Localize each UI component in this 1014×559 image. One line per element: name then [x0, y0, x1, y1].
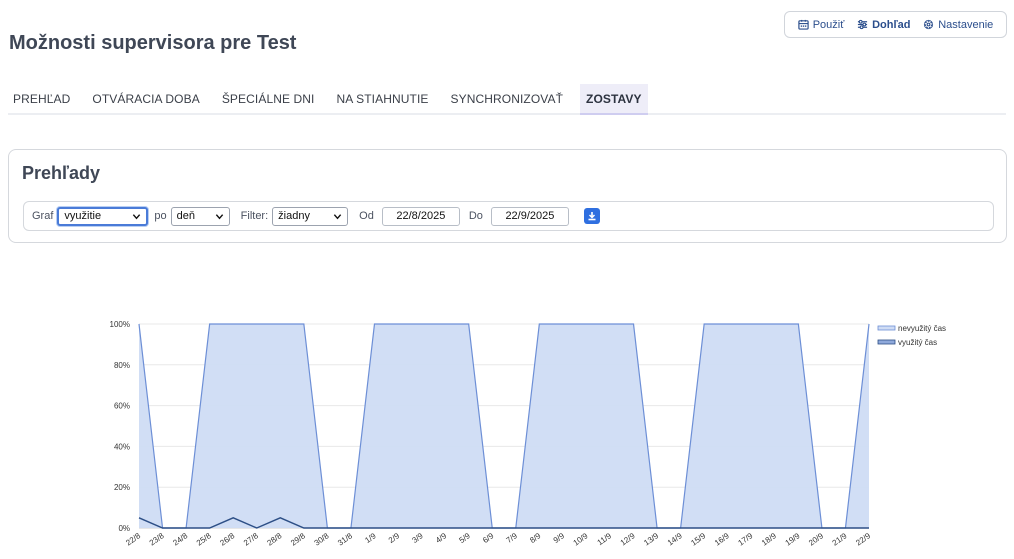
x-tick-label: 4/9: [434, 531, 449, 545]
tab-opening-hours[interactable]: OTVÁRACIA DOBA: [81, 84, 210, 113]
x-tick-label: 1/9: [363, 531, 378, 545]
from-label: Od: [359, 210, 374, 222]
legend-swatch-unused: [877, 325, 896, 331]
x-tick-label: 22/8: [124, 531, 142, 548]
graph-type-select[interactable]: využitie: [57, 206, 149, 226]
supervise-label: Dohľad: [872, 18, 911, 31]
x-tick-label: 28/8: [266, 531, 284, 548]
x-tick-label: 26/8: [218, 531, 236, 548]
tab-synchronize[interactable]: SYNCHRONIZOVAŤ: [439, 84, 574, 113]
to-date-value: 22/9/2025: [505, 210, 555, 222]
legend-label: využitý čas: [898, 338, 937, 347]
x-tick-label: 8/9: [528, 531, 543, 545]
po-label: po: [154, 210, 167, 222]
to-label: Do: [468, 210, 483, 222]
download-icon: [588, 212, 596, 221]
x-tick-label: 21/9: [831, 531, 849, 548]
x-tick-label: 25/8: [195, 531, 213, 548]
tab-bar: PREHĽAD OTVÁRACIA DOBA ŠPECIÁLNE DNI NA …: [8, 84, 1006, 115]
tab-overview[interactable]: PREHĽAD: [8, 84, 81, 113]
x-tick-label: 27/8: [242, 531, 260, 548]
x-tick-label: 16/9: [713, 531, 731, 548]
settings-button[interactable]: Nastavenie: [923, 19, 993, 31]
x-tick-label: 12/9: [619, 531, 637, 548]
legend-label: nevyužitý čas: [898, 324, 946, 333]
x-tick-label: 14/9: [666, 531, 684, 548]
x-tick-label: 18/9: [760, 531, 778, 548]
sliders-icon: [857, 19, 868, 30]
unused-line: [138, 323, 870, 529]
x-tick-label: 23/8: [148, 531, 166, 548]
download-button[interactable]: [583, 208, 600, 224]
x-tick-label: 15/9: [689, 531, 707, 548]
x-tick-label: 13/9: [642, 531, 660, 548]
tab-reports[interactable]: ZOSTAVY: [580, 84, 648, 115]
x-tick-label: 29/8: [289, 531, 307, 548]
tab-special-days[interactable]: ŠPECIÁLNE DNI: [211, 84, 326, 113]
x-tick-label: 7/9: [505, 531, 520, 545]
period-select[interactable]: deň: [170, 206, 230, 226]
period-value: deň: [176, 210, 196, 222]
top-actions: Použiť Dohľad Nastavenie: [784, 11, 1007, 38]
y-tick-label: 0%: [118, 524, 130, 533]
y-tick-label: 40%: [114, 442, 130, 451]
to-date-input[interactable]: 22/9/2025: [490, 206, 569, 226]
panel-title: Prehľady: [22, 163, 100, 183]
graf-label: Graf: [32, 210, 54, 222]
settings-label: Nastavenie: [938, 18, 994, 31]
y-tick-label: 60%: [114, 402, 130, 411]
x-tick-label: 2/9: [387, 531, 402, 545]
x-tick-label: 5/9: [458, 531, 473, 545]
chevron-down-icon: [333, 213, 342, 219]
x-tick-label: 20/9: [807, 531, 825, 548]
x-tick-label: 24/8: [171, 531, 189, 548]
used-line: [138, 517, 869, 529]
legend-swatch-used: [877, 339, 896, 345]
supervise-button[interactable]: Dohľad: [857, 18, 911, 31]
tab-downloads[interactable]: NA STIAHNUTIE: [326, 84, 440, 113]
from-date-value: 22/8/2025: [396, 210, 446, 222]
chevron-down-icon: [133, 213, 141, 219]
x-tick-label: 17/9: [736, 531, 754, 548]
y-tick-label: 80%: [114, 361, 130, 370]
filter-label: Filter:: [240, 210, 269, 222]
x-tick-label: 10/9: [572, 531, 590, 548]
filter-value: žiadny: [278, 210, 310, 222]
x-tick-label: 22/9: [854, 531, 872, 548]
filter-select[interactable]: žiadny: [272, 206, 349, 226]
y-tick-label: 20%: [114, 483, 130, 492]
x-tick-label: 19/9: [784, 531, 802, 548]
x-tick-label: 6/9: [481, 531, 496, 545]
use-button[interactable]: Použiť: [798, 18, 845, 31]
x-tick-label: 11/9: [596, 531, 614, 547]
unused-area: [139, 324, 869, 528]
x-tick-label: 30/8: [313, 531, 331, 548]
calendar-icon: [798, 19, 809, 30]
x-tick-label: 3/9: [410, 531, 425, 545]
graph-type-value: využitie: [64, 210, 102, 222]
overview-panel: Prehľady Graf využitie po deň Filter: ži…: [8, 149, 1007, 243]
x-tick-label: 31/8: [336, 531, 354, 548]
chevron-down-icon: [215, 213, 223, 219]
x-tick-label: 9/9: [552, 531, 567, 545]
from-date-input[interactable]: 22/8/2025: [381, 206, 460, 226]
use-label: Použiť: [812, 18, 845, 31]
filter-bar: Graf využitie po deň Filter: žiadny Od 2…: [23, 201, 994, 231]
page-title: Možnosti supervisora pre Test: [9, 32, 297, 54]
gear-icon: [924, 19, 934, 30]
y-tick-label: 100%: [110, 320, 130, 329]
